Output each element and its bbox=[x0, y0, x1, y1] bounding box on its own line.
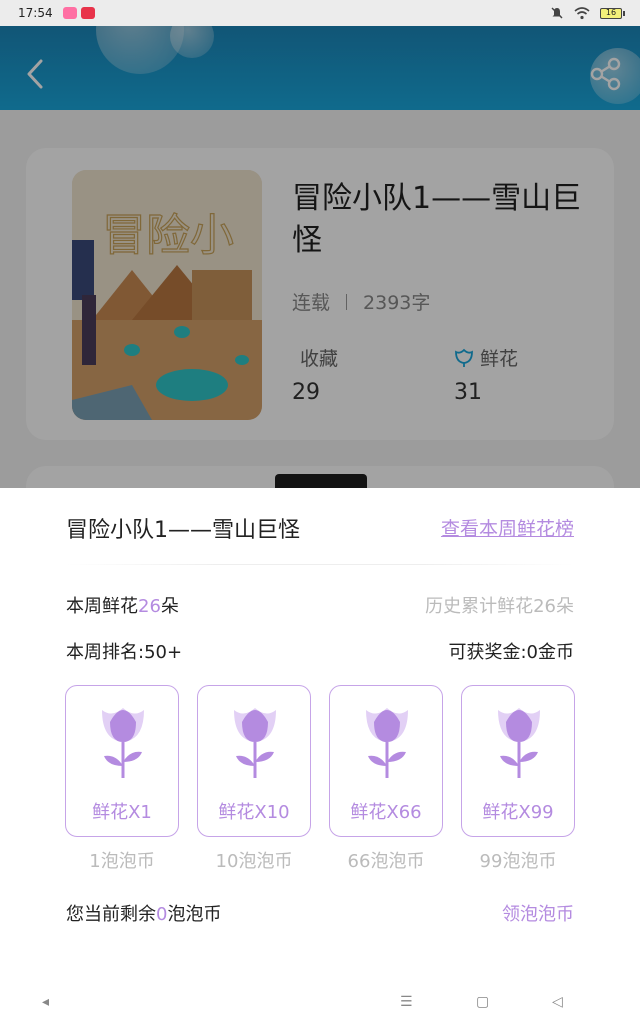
flower-option-66[interactable]: 鲜花X66 bbox=[329, 685, 443, 837]
week-flowers-count: 26 bbox=[138, 596, 161, 617]
flower-icon bbox=[102, 708, 144, 778]
nav-menu-button[interactable]: ☰ bbox=[400, 994, 413, 1010]
flower-option-price: 10泡泡币 bbox=[215, 851, 293, 872]
flower-option-price: 1泡泡币 bbox=[89, 851, 155, 872]
flower-icon bbox=[234, 708, 276, 778]
status-time: 17:54 bbox=[18, 6, 53, 20]
week-rank: 本周排名:50+ bbox=[66, 642, 183, 663]
wifi-icon bbox=[574, 6, 590, 19]
flower-options: 鲜花X1 1泡泡币 鲜花X10 10泡泡币 鲜花X66 66泡泡币 鲜花X99 … bbox=[65, 685, 575, 875]
flower-icon bbox=[366, 708, 408, 778]
mute-icon bbox=[551, 7, 563, 19]
balance-value: 0 bbox=[156, 904, 168, 925]
weekly-flower-ranking-link[interactable]: 查看本周鲜花榜 bbox=[441, 514, 574, 541]
app-notification-icon bbox=[80, 7, 95, 19]
nav-back-small-button[interactable]: ◂ bbox=[42, 994, 49, 1010]
flower-option-label: 鲜花X66 bbox=[350, 802, 422, 823]
divider bbox=[66, 564, 574, 565]
get-coins-link[interactable]: 领泡泡币 bbox=[502, 900, 574, 926]
flower-option-price: 66泡泡币 bbox=[347, 851, 425, 872]
balance-suffix: 泡泡币 bbox=[167, 904, 222, 925]
nav-home-button[interactable]: ▢ bbox=[476, 994, 489, 1010]
flower-option-label: 鲜花X99 bbox=[482, 802, 554, 823]
week-flowers: 本周鲜花26朵 bbox=[66, 592, 179, 618]
flower-option-label: 鲜花X1 bbox=[92, 802, 152, 823]
app-notification-icon bbox=[62, 7, 77, 19]
nav-back-button[interactable]: ◁ bbox=[552, 994, 563, 1010]
battery-icon: 16 bbox=[600, 7, 625, 19]
system-nav-bar: ◂ ☰ ▢ ◁ bbox=[0, 984, 640, 1024]
flower-option-1[interactable]: 鲜花X1 bbox=[65, 685, 179, 837]
flower-icon bbox=[498, 708, 540, 778]
week-flowers-prefix: 本周鲜花 bbox=[66, 596, 138, 617]
flower-option-price: 99泡泡币 bbox=[479, 851, 557, 872]
balance-prefix: 您当前剩余 bbox=[66, 904, 156, 925]
coin-balance: 您当前剩余0泡泡币 bbox=[66, 900, 221, 926]
modal-scrim[interactable] bbox=[0, 0, 640, 490]
status-bar: 17:54 16 bbox=[0, 0, 640, 26]
flower-gift-sheet: 冒险小队1——雪山巨怪 查看本周鲜花榜 本周鲜花26朵 历史累计鲜花26朵 本周… bbox=[0, 488, 640, 1024]
sheet-title: 冒险小队1——雪山巨怪 bbox=[66, 518, 300, 543]
reward: 可获奖金:0金币 bbox=[448, 642, 574, 663]
history-total: 历史累计鲜花26朵 bbox=[425, 596, 574, 617]
week-flowers-suffix: 朵 bbox=[160, 596, 179, 617]
flower-option-10[interactable]: 鲜花X10 bbox=[197, 685, 311, 837]
flower-option-99[interactable]: 鲜花X99 bbox=[461, 685, 575, 837]
flower-option-label: 鲜花X10 bbox=[218, 802, 290, 823]
